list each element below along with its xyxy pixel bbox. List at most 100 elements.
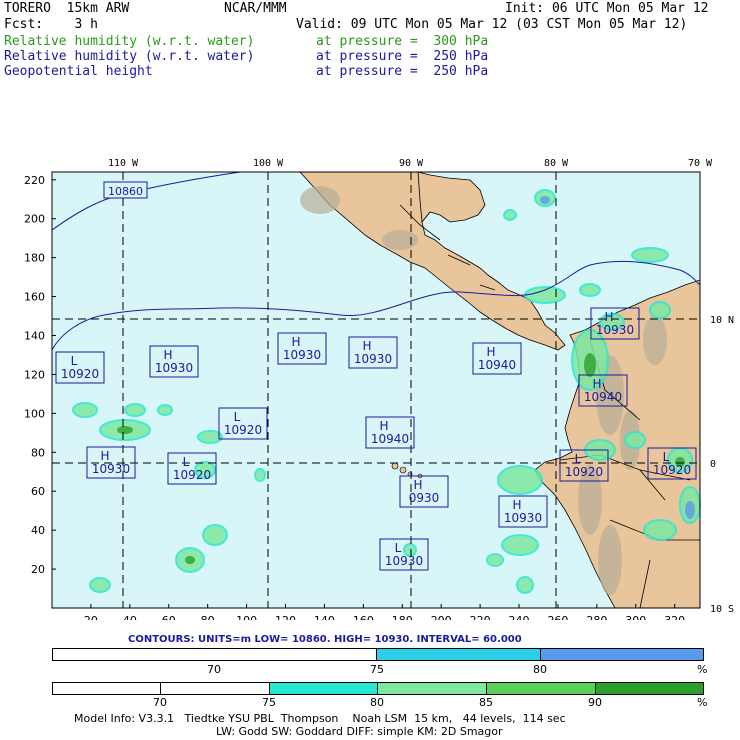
lat-label-2: 10 S [710, 604, 734, 615]
y-tick-100: 100 [24, 407, 45, 420]
forecast-hour: Fcst: 3 h [4, 17, 98, 32]
pressure-center-type: H [592, 377, 601, 391]
y-tick-180: 180 [24, 252, 45, 265]
x-tick-220: 220 [470, 614, 491, 620]
pressure-center-value: 10920 [653, 463, 691, 477]
pressure-center-type: H [291, 335, 300, 349]
x-tick-20: 20 [84, 614, 98, 620]
x-tick-300: 300 [625, 614, 646, 620]
x-tick-40: 40 [123, 614, 137, 620]
field-1-level: at pressure = 300 hPa [316, 34, 489, 49]
colorbar-segment-3 [378, 683, 487, 694]
x-tick-160: 160 [353, 614, 374, 620]
pressure-center-value: 10940 [478, 358, 516, 372]
pressure-center-type: H [163, 348, 172, 362]
pressure-center-type: H [512, 498, 521, 512]
org-label: NCAR/MMM [224, 1, 287, 16]
lon-label-1: 100 W [253, 158, 284, 169]
cbar1-label-80: 80 [533, 663, 547, 676]
pressure-center-value: 10920 [61, 367, 99, 381]
x-tick-140: 140 [314, 614, 335, 620]
model-title: TORERO 15km ARW [4, 1, 130, 16]
y-tick-40: 40 [31, 524, 45, 537]
y-tick-20: 20 [31, 563, 45, 576]
pressure-center-value: 10930 [283, 348, 321, 362]
pressure-center-type: L [575, 452, 582, 466]
pressure-center-value: 10940 [371, 432, 409, 446]
pressure-center-value: 10930 [504, 511, 542, 525]
cbar1-label-pct: % [697, 663, 708, 676]
pressure-center-value: 10930 [385, 554, 423, 568]
pressure-center-type: L [663, 450, 670, 464]
pressure-center-value: 10940 [584, 390, 622, 404]
lon-label-0: 110 W [108, 158, 139, 169]
pressure-center-type: H [100, 449, 109, 463]
field-3-name: Geopotential height [4, 64, 153, 79]
pressure-center-type: H [413, 478, 422, 492]
model-info-line2: LW: Godd SW: Goddard DIFF: simple KM: 2D… [216, 725, 503, 738]
pressure-center-type: H [486, 345, 495, 359]
x-tick-100: 100 [236, 614, 257, 620]
pressure-center-type: H [604, 310, 613, 324]
pressure-center-type: L [183, 455, 190, 469]
y-tick-80: 80 [31, 446, 45, 459]
y-axis-ticks: 220 200 180 160 140 120 100 80 60 40 20 [24, 174, 56, 576]
y-tick-220: 220 [24, 174, 45, 187]
pressure-center-value: 10920 [565, 465, 603, 479]
valid-time: Valid: 09 UTC Mon 05 Mar 12 (03 CST Mon … [296, 17, 688, 32]
x-tick-80: 80 [201, 614, 215, 620]
pressure-center-type: H [362, 339, 371, 353]
pressure-center-value: 10930 [354, 352, 392, 366]
cbar2-label-75: 75 [262, 696, 276, 709]
cbar1-label-75: 75 [370, 663, 384, 676]
cbar2-label-90: 90 [588, 696, 602, 709]
contour-info: CONTOURS: UNITS=m LOW= 10860. HIGH= 1093… [128, 634, 522, 645]
pressure-center-value: 10920 [224, 423, 262, 437]
y-tick-200: 200 [24, 213, 45, 226]
contour-label: 10860 [108, 185, 143, 198]
x-tick-280: 280 [586, 614, 607, 620]
x-tick-320: 320 [664, 614, 685, 620]
field-2-level: at pressure = 250 hPa [316, 49, 489, 64]
pressure-center-type: L [234, 410, 241, 424]
pressure-center-value: 10920 [173, 468, 211, 482]
lon-label-2: 90 W [399, 158, 424, 169]
field-1-name: Relative humidity (w.r.t. water) [4, 34, 255, 49]
colorbar-segment-2 [541, 649, 703, 660]
cbar2-label-70: 70 [153, 696, 167, 709]
x-tick-200: 200 [431, 614, 452, 620]
colorbar-segment-0 [53, 683, 161, 694]
pressure-center-value: 10930 [92, 462, 130, 476]
field-2-name: Relative humidity (w.r.t. water) [4, 49, 255, 64]
colorbar-rh-250 [52, 648, 704, 661]
y-tick-160: 160 [24, 291, 45, 304]
colorbar-segment-4 [487, 683, 596, 694]
x-tick-120: 120 [275, 614, 296, 620]
colorbar-segment-2 [270, 683, 378, 694]
colorbar-segment-5 [596, 683, 703, 694]
cbar2-label-pct: % [697, 696, 708, 709]
x-tick-180: 180 [392, 614, 413, 620]
colorbar-rh-300 [52, 682, 704, 695]
pressure-center-value: 0930 [409, 491, 440, 505]
pressure-center-type: H [379, 419, 388, 433]
init-time: Init: 06 UTC Mon 05 Mar 12 [505, 1, 709, 16]
latitude-labels: 10 N 0 10 S [710, 315, 734, 615]
pressure-center-type: L [71, 354, 78, 368]
x-tick-240: 240 [509, 614, 530, 620]
x-tick-260: 260 [547, 614, 568, 620]
contour-label-box: 10860 [103, 181, 148, 199]
lat-label-0: 10 N [710, 315, 734, 326]
colorbar-segment-1 [161, 683, 270, 694]
y-tick-140: 140 [24, 330, 45, 343]
cbar2-label-80: 80 [370, 696, 384, 709]
field-3-level: at pressure = 250 hPa [316, 64, 489, 79]
x-tick-60: 60 [162, 614, 176, 620]
weather-map: 2040608010012014016018020022024026028030… [24, 158, 734, 620]
pressure-center-value: 10930 [596, 323, 634, 337]
cbar2-label-85: 85 [479, 696, 493, 709]
y-tick-120: 120 [24, 368, 45, 381]
pressure-center-type: L [395, 541, 402, 555]
pressure-center-value: 10930 [155, 361, 193, 375]
lat-label-1: 0 [710, 459, 716, 470]
